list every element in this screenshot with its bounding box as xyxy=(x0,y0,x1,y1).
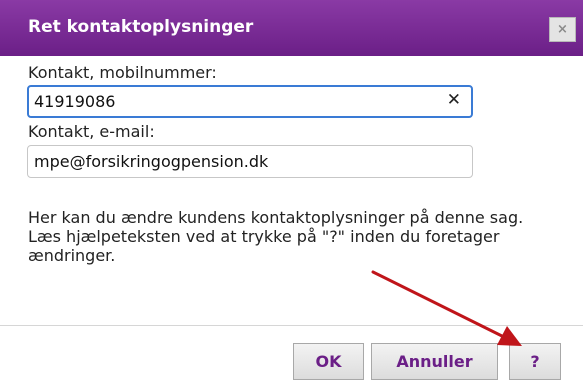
dialog-title: Ret kontaktoplysninger xyxy=(28,17,254,37)
arrow-shaft xyxy=(371,270,508,340)
close-button[interactable]: × xyxy=(549,17,576,42)
email-input[interactable]: mpe@forsikringogpension.dk xyxy=(27,145,473,178)
mobile-input[interactable]: 41919086 ✕ xyxy=(27,85,473,118)
email-value: mpe@forsikringogpension.dk xyxy=(34,152,269,171)
clear-icon[interactable]: ✕ xyxy=(447,90,461,110)
cancel-button[interactable]: Annuller xyxy=(371,343,498,380)
help-button[interactable]: ? xyxy=(509,343,561,380)
ok-button[interactable]: OK xyxy=(293,343,364,380)
mobile-value: 41919086 xyxy=(34,92,116,111)
dialog-title-bar: Ret kontaktoplysninger xyxy=(0,0,583,56)
arrow-annotation xyxy=(371,270,522,346)
email-label: Kontakt, e-mail: xyxy=(28,122,155,141)
help-text: Her kan du ændre kundens kontaktoplysnin… xyxy=(28,208,524,265)
footer-divider xyxy=(0,325,583,326)
mobile-label: Kontakt, mobilnummer: xyxy=(28,63,217,82)
close-icon: × xyxy=(557,22,568,37)
